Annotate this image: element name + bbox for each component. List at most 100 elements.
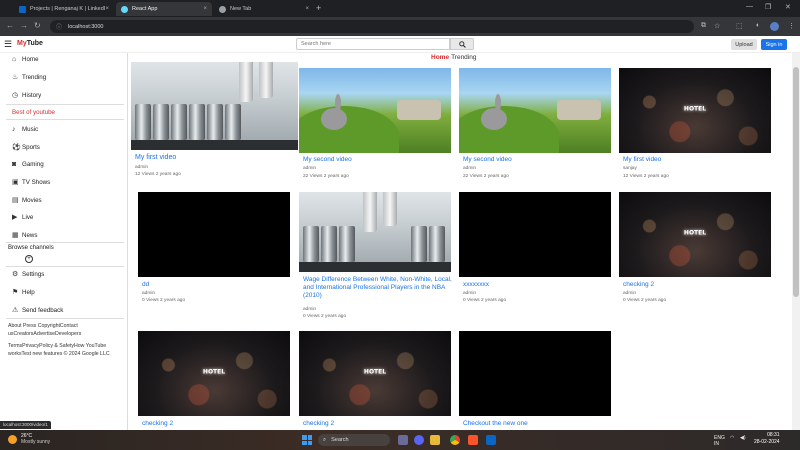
video-title[interactable]: xxxxxxxx (463, 281, 489, 289)
video-thumbnail[interactable]: HOTEL (619, 192, 771, 277)
video-thumbnail[interactable]: HOTEL (299, 331, 451, 416)
add-channel-icon[interactable]: + (25, 255, 33, 263)
video-card[interactable]: HOTEL checking 2 (299, 331, 451, 430)
file-explorer-icon[interactable] (430, 435, 440, 445)
page-scrollbar[interactable] (792, 53, 800, 430)
video-card[interactable]: HOTEL checking 2 (138, 331, 290, 430)
back-icon[interactable]: ← (6, 21, 14, 30)
video-thumbnail[interactable]: HOTEL (138, 331, 290, 416)
system-clock[interactable]: 08:31 28-02-2024 (754, 432, 780, 446)
profile-menu-icon[interactable]: ◐ (756, 22, 760, 29)
video-thumbnail[interactable] (299, 192, 451, 272)
taskbar-search[interactable]: ⌕ Search (318, 434, 390, 446)
video-thumbnail[interactable] (459, 68, 611, 153)
video-card[interactable]: xxxxxxxx admin 0 Views 2 years ago (459, 192, 611, 307)
video-channel[interactable]: admin (463, 166, 476, 171)
volume-icon[interactable]: ◀) (740, 435, 746, 441)
url-field[interactable]: ⓘ localhost:3000 (50, 20, 694, 33)
open-in-app-icon[interactable]: ⧉ (701, 22, 706, 30)
sidebar-item-gaming[interactable]: ◙ Gaming (12, 161, 44, 168)
browser-tab-linkedin[interactable]: Projects | Renganaj K | LinkedIn × (14, 2, 114, 16)
sidebar-item-live[interactable]: ▶ Live (12, 213, 33, 222)
video-channel[interactable]: admin (303, 166, 316, 171)
windows-start-icon[interactable] (302, 435, 312, 445)
video-title[interactable]: checking 2 (303, 420, 334, 428)
tab-home[interactable]: Home (431, 54, 449, 61)
video-card[interactable]: HOTEL checking 2 admin 0 Views 2 years a… (619, 192, 771, 307)
video-thumbnail[interactable] (299, 68, 451, 153)
browser-tab-newtab[interactable]: New Tab × (214, 2, 314, 16)
video-channel[interactable]: admin (303, 307, 316, 312)
video-card[interactable]: Checkout the new one (459, 331, 611, 430)
task-view-icon[interactable] (398, 435, 408, 445)
minimize-icon[interactable]: — (746, 3, 753, 10)
close-icon[interactable]: × (105, 6, 109, 12)
video-thumbnail[interactable] (459, 331, 611, 416)
weather-widget[interactable]: 26°C Mostly sunny (8, 433, 50, 445)
wifi-icon[interactable]: ◠ (730, 435, 734, 441)
window-close-icon[interactable]: ✕ (785, 3, 791, 11)
sidebar-item-settings[interactable]: ⚙ Settings (12, 270, 44, 279)
video-title[interactable]: Wage Difference Between White, Non-White… (303, 276, 453, 300)
bookmark-star-icon[interactable]: ☆ (714, 22, 720, 30)
signin-button[interactable]: Sign in (761, 39, 787, 50)
sidebar-item-feedback[interactable]: ⚠ Send feedback (12, 306, 63, 315)
video-card[interactable]: My second video admin 22 Views 2 years a… (459, 68, 611, 183)
menu-icon[interactable]: ☰ (4, 40, 12, 49)
video-thumbnail[interactable] (131, 62, 298, 150)
video-title[interactable]: My first video (623, 156, 661, 164)
video-card[interactable]: HOTEL My first video sanjay 12 Views 2 y… (619, 68, 771, 183)
maximize-icon[interactable]: ❐ (765, 3, 771, 11)
video-title[interactable]: Checkout the new one (463, 420, 528, 428)
extensions-icon[interactable]: ⬚ (736, 22, 743, 30)
video-channel[interactable]: sanjay (623, 166, 637, 171)
vscode-icon[interactable] (486, 435, 496, 445)
profile-avatar[interactable] (770, 22, 779, 31)
video-channel[interactable]: admin (135, 165, 148, 170)
close-icon[interactable]: × (305, 6, 309, 12)
sidebar-item-news[interactable]: ▦ News (12, 231, 37, 240)
video-card[interactable]: My first video admin 12 Views 2 years ag… (131, 62, 298, 182)
language-indicator[interactable]: ENG IN (714, 435, 725, 447)
video-card[interactable]: Wage Difference Between White, Non-White… (299, 192, 453, 322)
sidebar-item-trending[interactable]: ♨ Trending (12, 73, 46, 82)
video-title[interactable]: checking 2 (142, 420, 173, 428)
more-menu-icon[interactable]: ⋮ (788, 22, 795, 30)
footer-links-primary[interactable]: About Press CopyrightContact usCreatorsA… (8, 322, 124, 338)
video-thumbnail[interactable]: HOTEL (619, 68, 771, 153)
chat-icon[interactable] (414, 435, 424, 445)
forward-icon[interactable]: → (20, 21, 28, 30)
sidebar-item-history[interactable]: ◷ History (12, 91, 41, 100)
video-title[interactable]: My second video (463, 156, 512, 164)
sidebar-item-sports[interactable]: ⚽ Sports (12, 143, 40, 152)
browser-tab-react[interactable]: React App × (116, 2, 212, 16)
site-info-icon[interactable]: ⓘ (56, 22, 62, 31)
video-title[interactable]: My first video (135, 154, 176, 162)
tab-trending[interactable]: Trending (451, 54, 476, 61)
sidebar-item-movies[interactable]: ▤ Movies (12, 196, 42, 205)
new-tab-icon[interactable]: + (316, 3, 321, 13)
video-title[interactable]: checking 2 (623, 281, 654, 289)
sidebar-item-tv-shows[interactable]: ▣ TV Shows (12, 178, 50, 187)
close-icon[interactable]: × (203, 6, 207, 12)
video-thumbnail[interactable] (459, 192, 611, 277)
sidebar-item-help[interactable]: ⚑ Help (12, 288, 35, 297)
upload-button[interactable]: Upload (731, 39, 757, 50)
video-card[interactable]: My second video admin 22 Views 2 years a… (299, 68, 451, 183)
video-card[interactable]: dd admin 0 Views 2 years ago (138, 192, 290, 307)
footer-links-secondary[interactable]: TermsPrivacyPolicy & SafetyHow YouTube w… (8, 342, 124, 358)
chrome-icon[interactable] (450, 435, 460, 445)
sidebar-item-home[interactable]: ⌂ Home (12, 56, 39, 63)
video-thumbnail[interactable] (138, 192, 290, 277)
video-channel[interactable]: admin (463, 291, 476, 296)
video-title[interactable]: My second video (303, 156, 352, 164)
video-channel[interactable]: admin (623, 291, 636, 296)
brave-icon[interactable] (468, 435, 478, 445)
brand-logo[interactable]: MyTube (17, 40, 43, 47)
scrollbar-thumb[interactable] (793, 67, 799, 297)
sidebar-item-music[interactable]: ♪ Music (12, 126, 38, 133)
video-title[interactable]: dd (142, 281, 149, 289)
reload-icon[interactable]: ↻ (34, 21, 41, 30)
search-button[interactable] (450, 38, 474, 50)
search-input[interactable] (296, 38, 450, 50)
